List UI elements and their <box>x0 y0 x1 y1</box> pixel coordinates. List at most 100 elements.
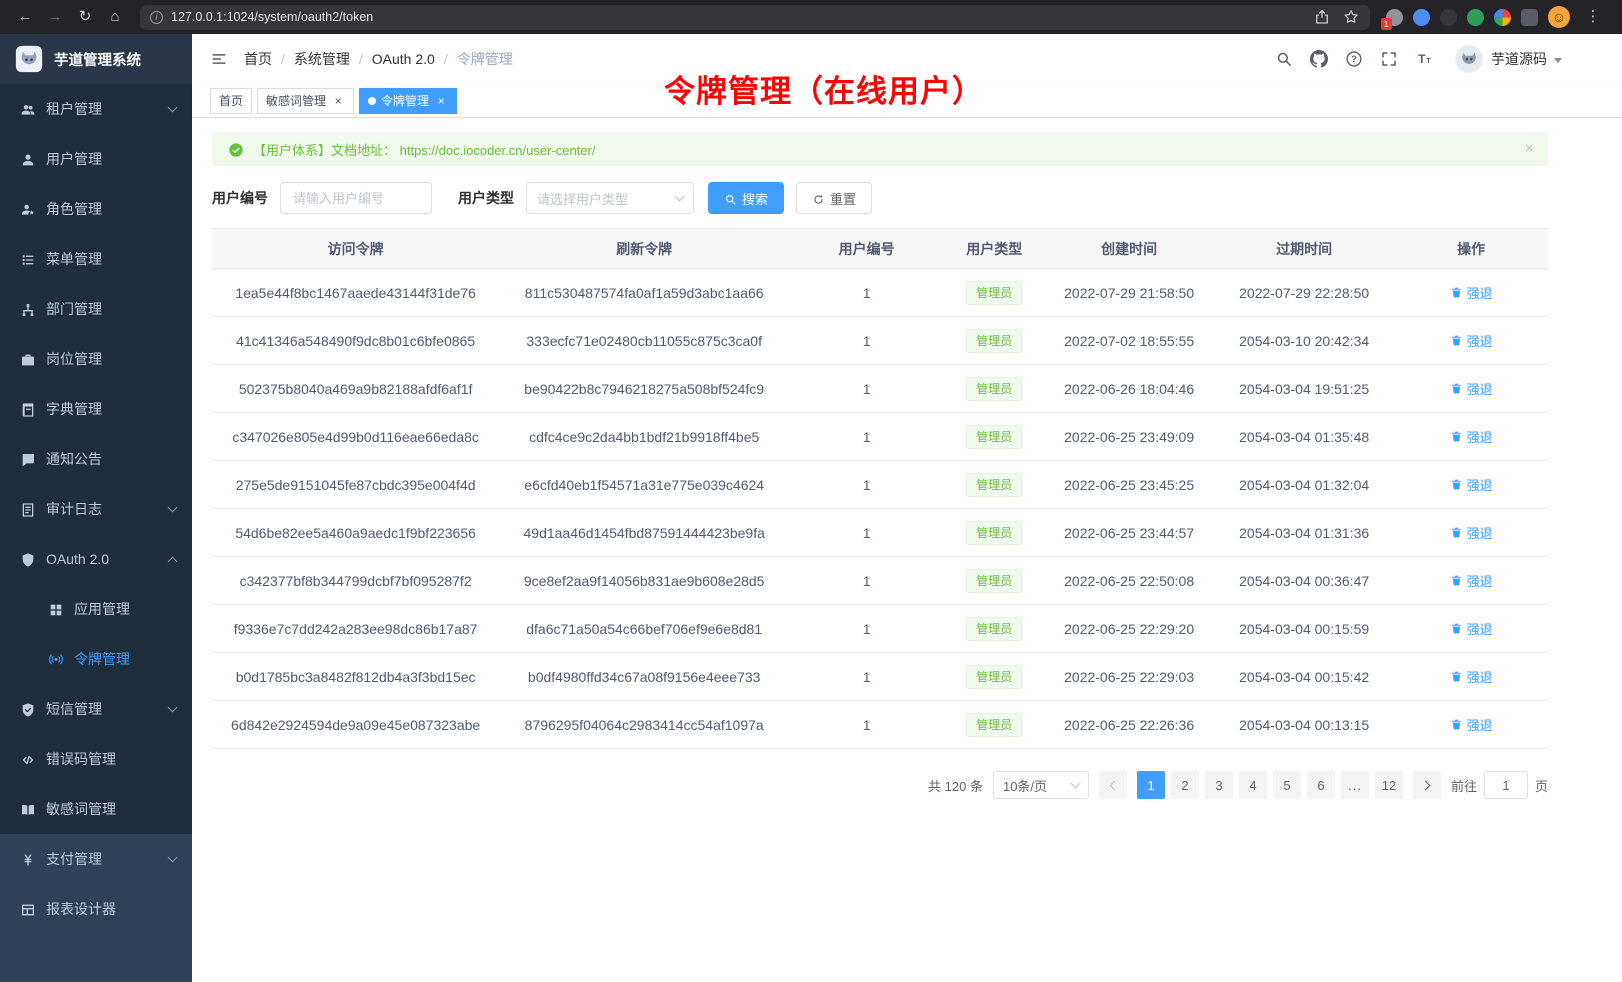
book-icon <box>20 400 36 417</box>
force-logout-button[interactable]: 强退 <box>1450 475 1493 494</box>
column-header: 访问令牌 <box>212 229 499 269</box>
extension-icon[interactable] <box>1494 9 1511 26</box>
sidebar-item-label: 菜单管理 <box>46 249 176 269</box>
tab-home[interactable]: 首页 <box>210 88 252 114</box>
cell-user-id: 1 <box>789 461 944 509</box>
browser-menu-icon[interactable] <box>1580 0 1606 34</box>
sidebar-item-oauth2-app[interactable]: 应用管理 <box>0 584 192 634</box>
sidebar-item-label: 支付管理 <box>46 849 159 869</box>
page-button-2[interactable]: 2 <box>1171 771 1199 799</box>
prev-page-button[interactable] <box>1099 771 1127 799</box>
table-row: b0d1785bc3a8482f812db4a3f3bd15ecb0df4980… <box>212 653 1548 701</box>
browser-profile-avatar[interactable] <box>1548 6 1570 28</box>
sidebar-item-post[interactable]: 岗位管理 <box>0 334 192 384</box>
breadcrumb-item[interactable]: 系统管理 <box>294 49 350 69</box>
chat-icon <box>20 450 36 467</box>
collapse-sidebar-icon[interactable] <box>210 50 228 68</box>
page-button-6[interactable]: 6 <box>1307 771 1335 799</box>
sidebar-item-dept[interactable]: 部门管理 <box>0 284 192 334</box>
cell-expire-time: 2054-03-04 01:31:36 <box>1214 509 1394 557</box>
briefcase-icon <box>20 350 36 367</box>
force-logout-button[interactable]: 强退 <box>1450 283 1493 302</box>
user-type-select[interactable]: 请选择用户类型 <box>526 182 694 214</box>
breadcrumb-item[interactable]: 首页 <box>244 49 272 69</box>
force-logout-button[interactable]: 强退 <box>1450 427 1493 446</box>
breadcrumb-item[interactable]: OAuth 2.0 <box>372 51 435 67</box>
app-logo[interactable]: 芋道管理系统 <box>0 34 192 84</box>
extension-icon[interactable]: 1 <box>1386 9 1403 26</box>
sidebar-item-audit-log[interactable]: 审计日志 <box>0 484 192 534</box>
sidebar-item-pay[interactable]: 支付管理 <box>0 834 192 884</box>
sidebar-item-notice[interactable]: 通知公告 <box>0 434 192 484</box>
doc-link[interactable]: https://doc.iocoder.cn/user-center/ <box>400 143 596 158</box>
cell-user-id: 1 <box>789 701 944 749</box>
sidebar-item-sms[interactable]: 短信管理 <box>0 684 192 734</box>
help-icon[interactable]: ? <box>1345 50 1363 68</box>
goto-page-input[interactable] <box>1484 771 1528 799</box>
extension-icon[interactable] <box>1413 9 1430 26</box>
force-logout-button[interactable]: 强退 <box>1450 523 1493 542</box>
sidebar-item-sensitive-word[interactable]: 敏感词管理 <box>0 784 192 834</box>
page-button-1[interactable]: 1 <box>1137 771 1165 799</box>
address-bar[interactable]: i 127.0.0.1:1024/system/oauth2/token <box>140 5 1370 30</box>
sidebar-item-tenant[interactable]: 租户管理 <box>0 84 192 134</box>
fullscreen-icon[interactable] <box>1380 50 1398 68</box>
table-row: 1ea5e44f8bc1467aaede43144f31de76811c5304… <box>212 269 1548 317</box>
extension-icon[interactable] <box>1440 9 1457 26</box>
force-logout-button[interactable]: 强退 <box>1450 331 1493 350</box>
page-button-12[interactable]: 12 <box>1375 771 1403 799</box>
broadcast-icon <box>48 650 64 667</box>
page-size-select[interactable]: 10条/页 <box>993 771 1089 799</box>
reload-icon[interactable] <box>72 0 98 34</box>
page-button-3[interactable]: 3 <box>1205 771 1233 799</box>
sidebar-item-menu[interactable]: 菜单管理 <box>0 234 192 284</box>
cell-created-time: 2022-06-25 23:45:25 <box>1044 461 1214 509</box>
forward-icon[interactable] <box>42 0 68 34</box>
font-size-icon[interactable]: TT <box>1415 50 1433 68</box>
user-menu[interactable]: 芋道源码 <box>1454 44 1562 74</box>
table-row: f9336e7c7dd242a283ee98dc86b17a87dfa6c71a… <box>212 605 1548 653</box>
force-logout-button[interactable]: 强退 <box>1450 379 1493 398</box>
force-logout-button[interactable]: 强退 <box>1450 619 1493 638</box>
cell-refresh-token: 811c530487574fa0af1a59d3abc1aa66 <box>499 269 789 317</box>
cell-created-time: 2022-06-26 18:04:46 <box>1044 365 1214 413</box>
bookmark-star-icon[interactable] <box>1342 8 1360 26</box>
close-icon[interactable] <box>1525 140 1534 158</box>
cell-user-id: 1 <box>789 365 944 413</box>
tab-sensitive-word[interactable]: 敏感词管理 <box>257 88 354 114</box>
extension-icon[interactable] <box>1521 9 1538 26</box>
pagination-ellipsis[interactable]: ... <box>1341 771 1369 799</box>
page-button-5[interactable]: 5 <box>1273 771 1301 799</box>
site-info-icon[interactable]: i <box>150 11 163 24</box>
cell-created-time: 2022-06-25 22:29:03 <box>1044 653 1214 701</box>
extension-icon[interactable] <box>1467 9 1484 26</box>
force-logout-button[interactable]: 强退 <box>1450 715 1493 734</box>
sidebar-item-user[interactable]: 用户管理 <box>0 134 192 184</box>
sidebar-item-oauth2[interactable]: OAuth 2.0 <box>0 534 192 584</box>
force-logout-button[interactable]: 强退 <box>1450 571 1493 590</box>
back-icon[interactable] <box>12 0 38 34</box>
search-icon[interactable] <box>1275 50 1293 68</box>
page-button-4[interactable]: 4 <box>1239 771 1267 799</box>
share-icon[interactable] <box>1313 8 1331 26</box>
home-icon[interactable] <box>102 0 128 34</box>
tab-token[interactable]: 令牌管理 <box>359 88 457 114</box>
browser-toolbar: i 127.0.0.1:1024/system/oauth2/token 1 <box>0 0 1622 34</box>
sidebar-item-dict[interactable]: 字典管理 <box>0 384 192 434</box>
sidebar-item-oauth2-token[interactable]: 令牌管理 <box>0 634 192 684</box>
sidebar-item-report-designer[interactable]: 报表设计器 <box>0 884 192 934</box>
sidebar-item-error-code[interactable]: 错误码管理 <box>0 734 192 784</box>
search-button[interactable]: 搜索 <box>708 182 784 214</box>
avatar <box>1454 44 1484 74</box>
sidebar-item-role[interactable]: 角色管理 <box>0 184 192 234</box>
reset-button[interactable]: 重置 <box>796 182 872 214</box>
close-icon[interactable] <box>331 94 345 108</box>
url-text: 127.0.0.1:1024/system/oauth2/token <box>171 10 1305 24</box>
cell-expire-time: 2054-03-10 20:42:34 <box>1214 317 1394 365</box>
user-id-input[interactable] <box>280 182 432 214</box>
github-icon[interactable] <box>1310 50 1328 68</box>
next-page-button[interactable] <box>1413 771 1441 799</box>
chevron-down-icon <box>168 852 178 862</box>
force-logout-button[interactable]: 强退 <box>1450 667 1493 686</box>
close-icon[interactable] <box>434 94 448 108</box>
